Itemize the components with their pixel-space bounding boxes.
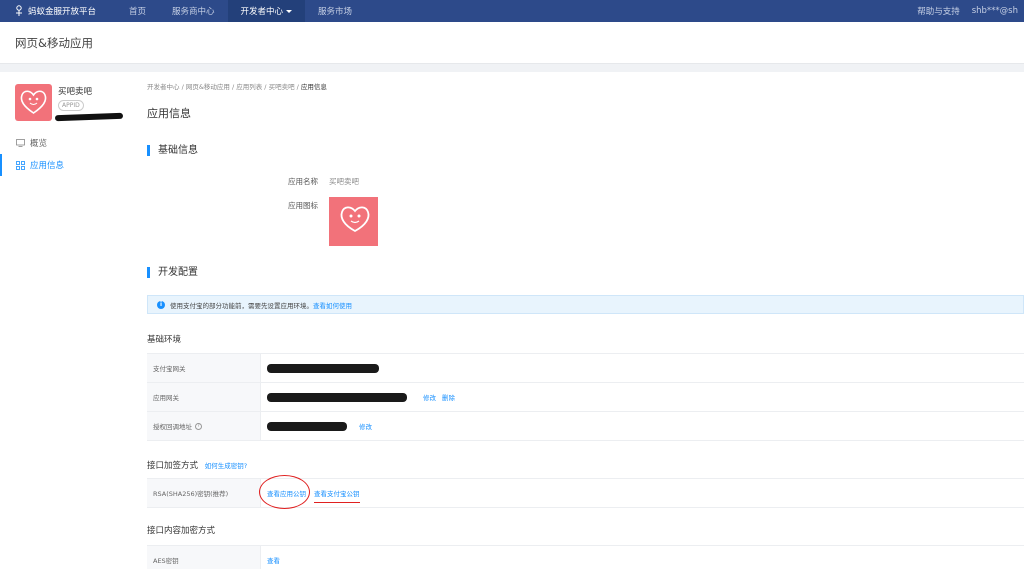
view-aes-key-link[interactable]: 查看 — [267, 555, 280, 565]
row-label: 应用网关 — [147, 383, 261, 411]
sidebar-item-label: 概览 — [30, 139, 48, 149]
nav-market-label: 服务市场 — [318, 7, 353, 17]
row-label: RSA(SHA256)密钥(推荐) — [147, 479, 261, 507]
info-icon: i — [157, 300, 165, 309]
notice-link[interactable]: 查看如何使用 — [313, 300, 352, 310]
redacted-value — [267, 421, 347, 431]
view-alipay-public-key-link[interactable]: 查看支付宝公钥 — [314, 488, 360, 498]
dev-config-title: 开发配置 — [147, 267, 198, 278]
row-value — [261, 354, 385, 382]
table-row: 授权回调地址 ? 修改 — [147, 412, 1024, 441]
top-nav: 蚂蚁金服开放平台 首页 服务商中心 开发者中心 服务市场 帮助与支持 shb**… — [0, 0, 1024, 22]
basic-info-title: 基础信息 — [147, 145, 198, 156]
sidebar-item-app-info[interactable]: 应用信息 — [0, 154, 130, 176]
main-panel: 开发者中心 / 网页&移动应用 / 应用列表 / 买吧卖吧 / 应用信息 应用信… — [130, 72, 1024, 569]
app-name: 买吧卖吧 — [58, 87, 93, 97]
brand[interactable]: 蚂蚁金服开放平台 — [0, 5, 116, 17]
page-title: 网页&移动应用 — [15, 36, 93, 50]
app-tag: APPID — [58, 100, 84, 111]
app-icon-large — [329, 197, 378, 246]
app-logo-icon — [340, 206, 370, 233]
how-to-generate-key-link[interactable]: 如何生成密钥? — [205, 462, 247, 470]
row-value: 修改 删除 — [261, 383, 455, 411]
env-table: 支付宝网关 应用网关 修改 删除 授权回调地址 ? 修改 — [147, 353, 1024, 441]
help-icon[interactable]: ? — [195, 422, 202, 430]
user-menu[interactable]: shb***@sh — [966, 6, 1024, 16]
encrypt-title: 接口内容加密方式 — [147, 526, 216, 536]
breadcrumb-item[interactable]: 买吧卖吧 — [269, 83, 295, 91]
nav-developer-center[interactable]: 开发者中心 — [227, 0, 306, 22]
notice-text: 使用支付宝的部分功能前，需要先设置应用环境。 — [170, 301, 313, 310]
redacted-value — [267, 392, 407, 402]
breadcrumb-current: 应用信息 — [300, 83, 327, 91]
grid-icon — [15, 160, 25, 170]
breadcrumb-item[interactable]: 网页&移动应用 — [186, 83, 230, 91]
brand-name: 蚂蚁金服开放平台 — [28, 7, 97, 17]
sidebar: 买吧卖吧 APPID 概览 应用信息 — [0, 72, 130, 569]
nav-home[interactable]: 首页 — [116, 0, 159, 22]
annotation-circle — [259, 475, 310, 509]
monitor-icon — [15, 138, 25, 148]
breadcrumb-item[interactable]: 应用列表 — [236, 83, 262, 91]
sidebar-item-label: 应用信息 — [30, 161, 65, 171]
info-notice: i 使用支付宝的部分功能前，需要先设置应用环境。 查看如何使用 — [147, 295, 1024, 314]
table-row: AES密钥 查看 — [147, 546, 1024, 569]
row-label: AES密钥 — [147, 546, 261, 569]
redacted-value — [267, 363, 379, 373]
section-heading: 应用信息 — [147, 107, 191, 120]
annotation-underline — [314, 502, 360, 503]
table-row: 支付宝网关 — [147, 354, 1024, 383]
row-value: 查看 — [261, 546, 280, 569]
ant-logo-icon — [16, 5, 22, 16]
env-title: 基础环境 — [147, 335, 182, 345]
row-value: 修改 — [261, 412, 372, 440]
app-name-value: 买吧卖吧 — [329, 177, 359, 186]
chevron-down-icon — [286, 9, 293, 13]
sign-title: 接口加签方式 如何生成密钥? — [147, 459, 247, 471]
app-logo-icon — [20, 90, 47, 114]
nav-developer-label: 开发者中心 — [240, 7, 284, 17]
edit-callback-link[interactable]: 修改 — [359, 421, 372, 431]
delete-gateway-link[interactable]: 删除 — [442, 392, 455, 402]
breadcrumb: 开发者中心 / 网页&移动应用 / 应用列表 / 买吧卖吧 / 应用信息 — [147, 81, 327, 91]
row-label-text: 授权回调地址 — [153, 423, 192, 431]
nav-home-label: 首页 — [129, 7, 147, 17]
nav-service-market[interactable]: 服务市场 — [305, 0, 365, 22]
app-icon-label: 应用图标 — [288, 201, 318, 210]
nav-provider-label: 服务商中心 — [172, 7, 215, 17]
sidebar-item-overview[interactable]: 概览 — [0, 132, 130, 154]
edit-gateway-link[interactable]: 修改 — [423, 392, 436, 402]
redacted-app-id — [54, 112, 124, 122]
help-link[interactable]: 帮助与支持 — [911, 5, 966, 17]
nav-provider-center[interactable]: 服务商中心 — [159, 0, 228, 22]
app-icon — [15, 84, 52, 121]
row-label: 授权回调地址 ? — [147, 412, 261, 440]
breadcrumb-item[interactable]: 开发者中心 — [147, 83, 180, 91]
table-row: 应用网关 修改 删除 — [147, 383, 1024, 412]
row-label: 支付宝网关 — [147, 354, 261, 382]
encrypt-table: AES密钥 查看 — [147, 545, 1024, 569]
sign-title-text: 接口加签方式 — [147, 461, 199, 471]
page-header: 网页&移动应用 — [0, 22, 1024, 64]
app-name-label: 应用名称 — [288, 177, 318, 186]
